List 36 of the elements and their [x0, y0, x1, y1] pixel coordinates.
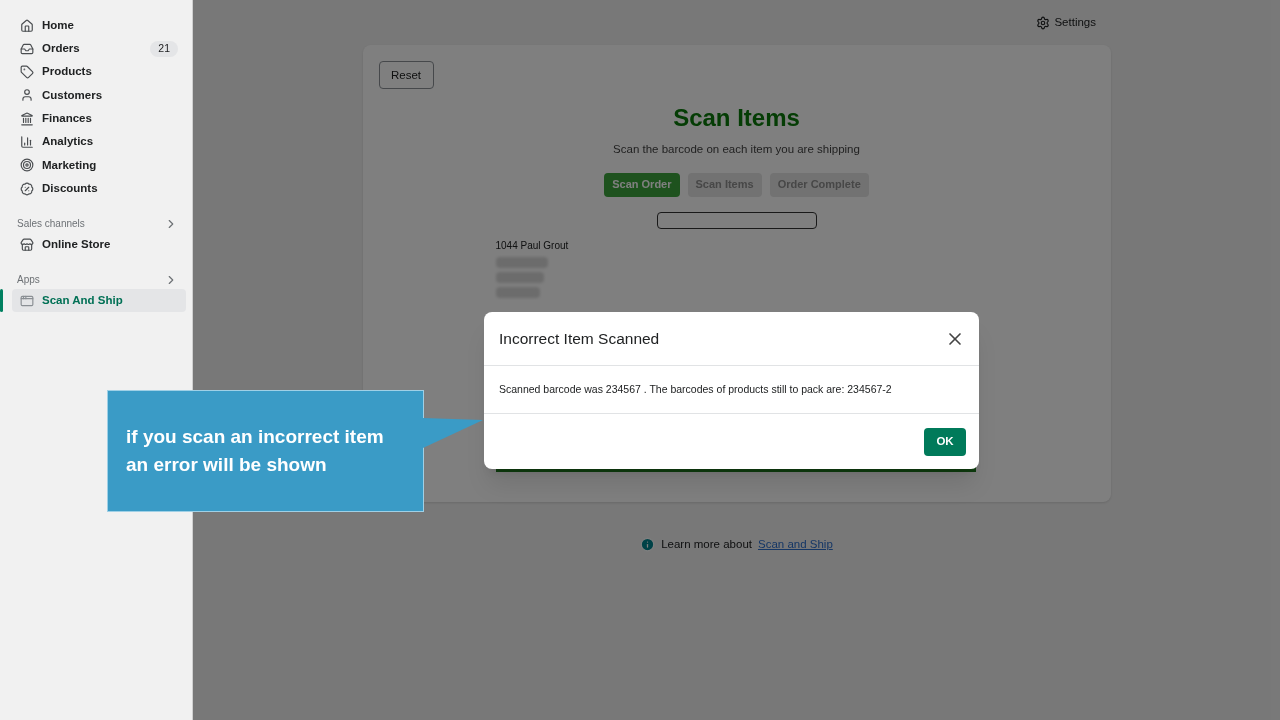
reset-button[interactable]: Reset [378, 61, 434, 90]
sidebar-item[interactable]: Marketing [12, 153, 186, 177]
footer-text: Learn more about [661, 537, 752, 553]
sidebar-item[interactable]: Analytics [12, 130, 186, 154]
sidebar-item[interactable]: Discounts [12, 177, 186, 201]
page-title: Scan Items [673, 103, 800, 134]
home-icon [20, 18, 34, 33]
sidebar-item[interactable]: Home [12, 14, 186, 37]
barcode-field[interactable] [656, 211, 817, 229]
store-icon [20, 237, 34, 252]
subtitle: Scan the barcode on each item you are shipping [613, 142, 860, 158]
section-title: Apps [17, 273, 40, 288]
percent-badge-icon [20, 181, 34, 196]
dialog-message: Scanned barcode was 234567 . The barcodes of products still to pack are: 234567-2 [499, 381, 892, 397]
bank-icon [20, 111, 34, 126]
callout-text: if you scan an incorrect item an error will be shown [126, 425, 385, 477]
target-icon [20, 158, 34, 173]
app-icon [20, 293, 34, 308]
sidebar-item[interactable]: Online Store [12, 233, 186, 257]
ok-button[interactable]: OK [924, 427, 966, 456]
sidebar-item[interactable]: Scan And Ship [12, 289, 186, 313]
tag-icon [20, 65, 34, 80]
sidebar-item[interactable]: Finances [12, 107, 186, 131]
section-title: Sales channels [17, 217, 85, 232]
settings-button[interactable]: Settings [1036, 14, 1096, 32]
settings-icon [1036, 15, 1051, 30]
sidebar-item[interactable]: Customers [12, 83, 186, 107]
sidebar-item[interactable]: Orders 21 [12, 37, 186, 61]
inbox-icon [20, 41, 34, 56]
info-icon [640, 537, 656, 553]
dialog-title: Incorrect Item Scanned [499, 328, 660, 349]
sidebar-item[interactable]: Products [12, 60, 186, 84]
person-icon [20, 88, 34, 103]
bar-chart-icon [20, 135, 34, 149]
address-line: 1044 Paul Grout [495, 238, 570, 253]
count-badge: 21 [150, 40, 178, 57]
